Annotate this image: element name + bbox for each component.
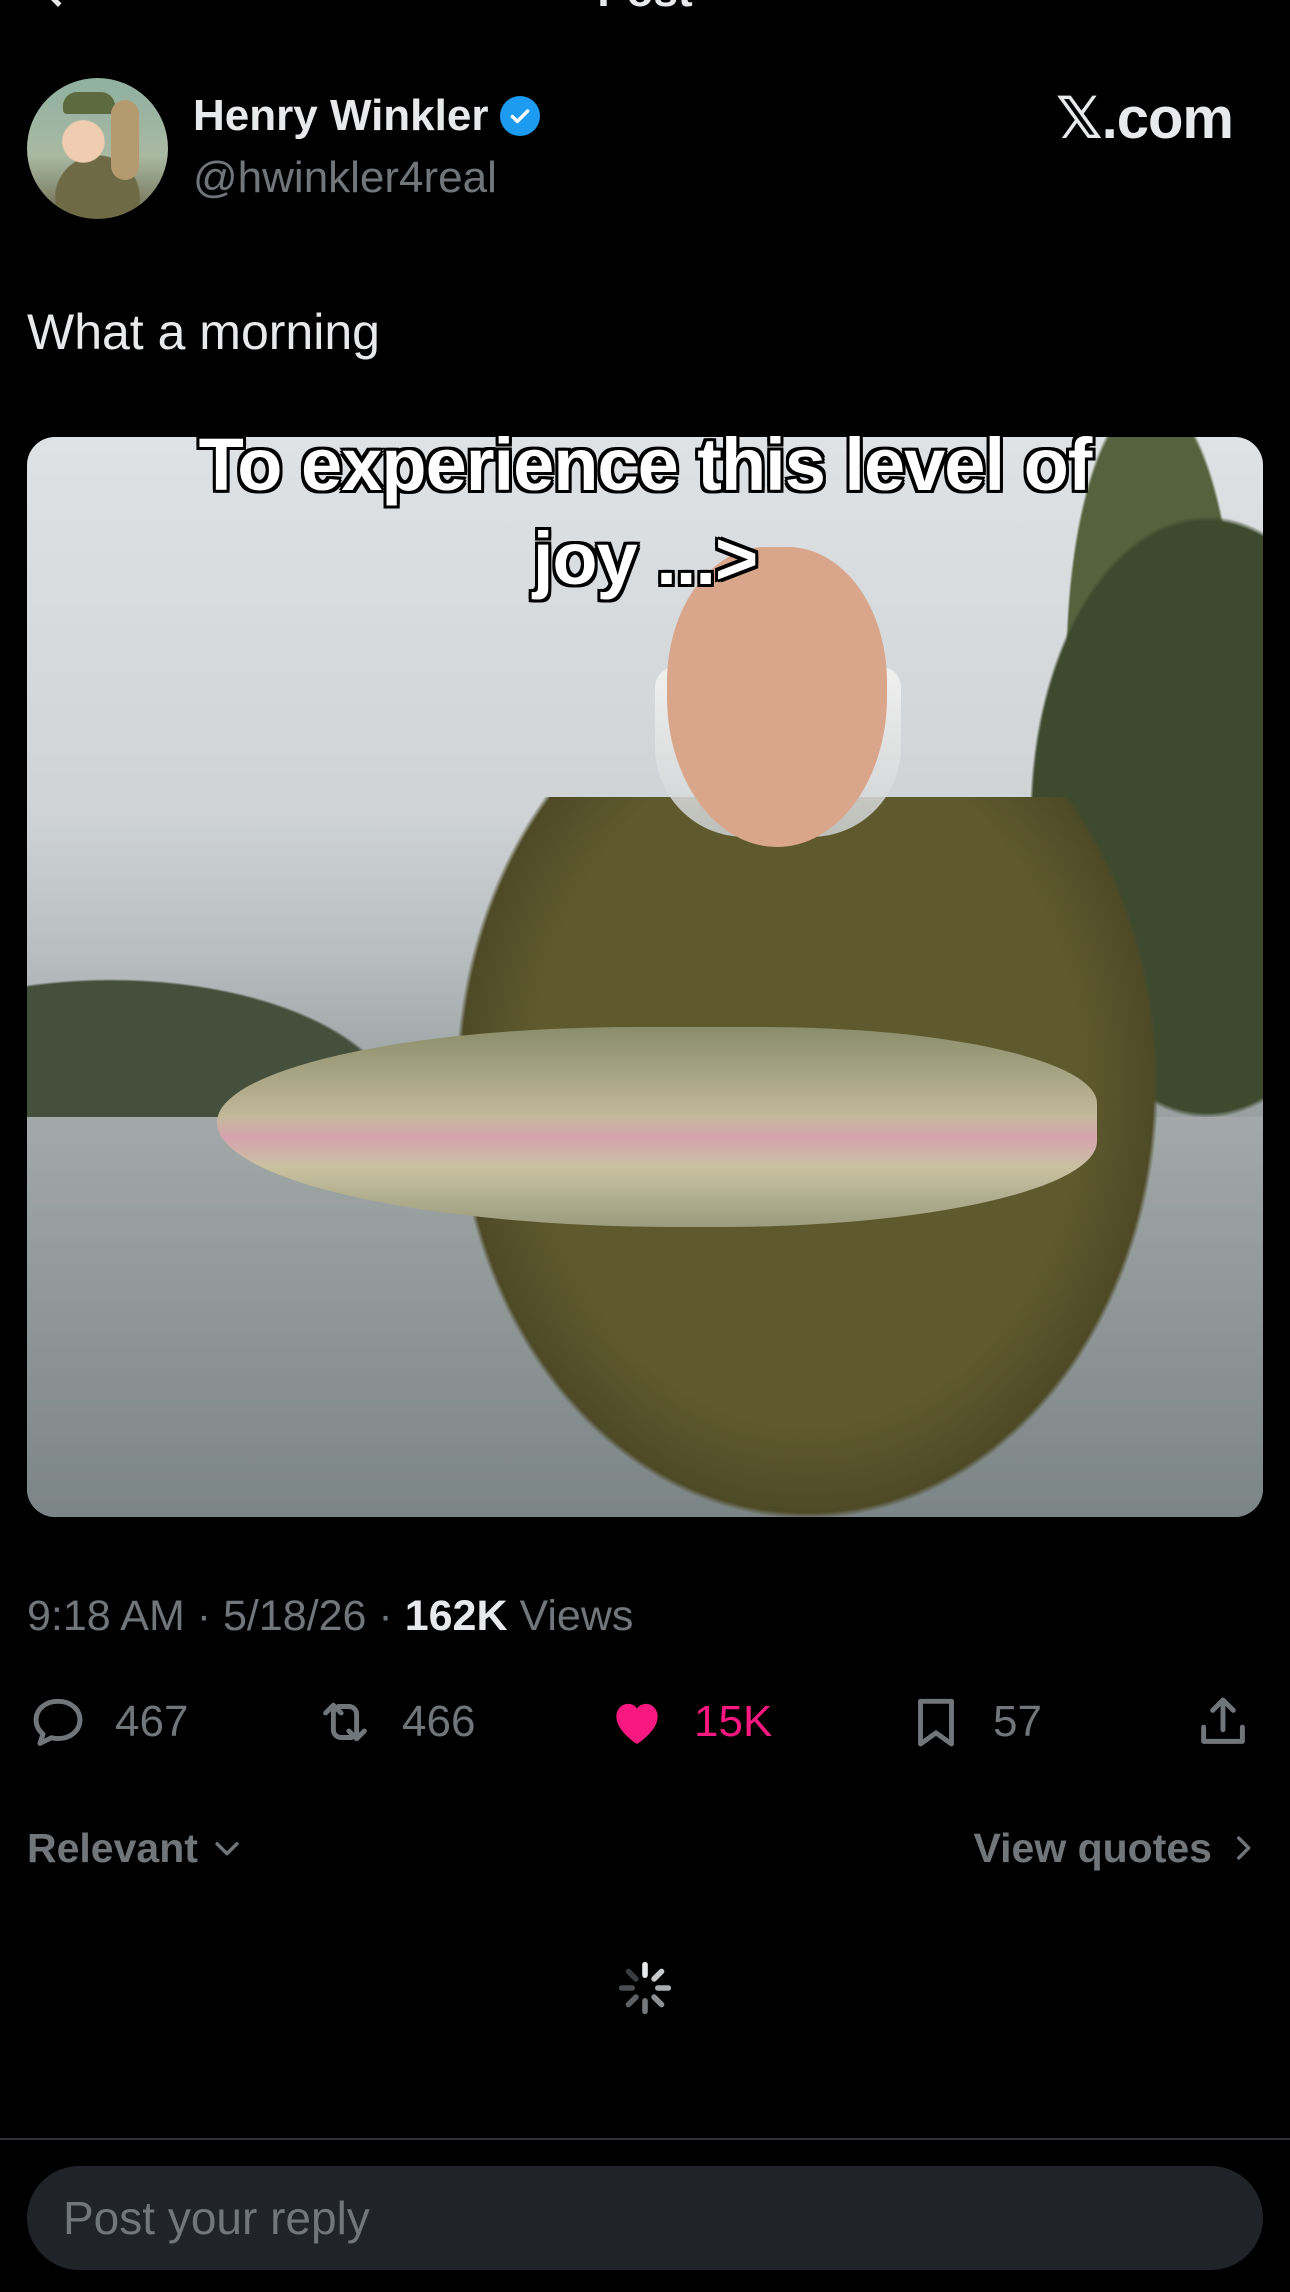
meta-separator: ·	[196, 1592, 223, 1640]
views-label: Views	[519, 1592, 634, 1640]
avatar[interactable]	[27, 78, 168, 219]
like-button[interactable]: 15K	[606, 1690, 772, 1754]
repost-count: 466	[402, 1697, 476, 1746]
sort-label: Relevant	[27, 1825, 198, 1871]
view-quotes-link[interactable]: View quotes	[974, 1820, 1260, 1876]
like-count: 15K	[694, 1697, 773, 1746]
heart-icon	[616, 1703, 658, 1744]
author-name-row[interactable]: Henry Winkler	[193, 90, 541, 142]
x-com-watermark: 𝕏.com	[1055, 86, 1234, 151]
action-bar: 467 466 15K 57	[0, 1690, 1290, 1754]
author-name: Henry Winkler	[193, 91, 489, 140]
author-handle[interactable]: @hwinkler4real	[193, 152, 497, 204]
post-detail-screen: Post Henry Winkler @hwinkler4real 𝕏.com …	[0, 0, 1290, 2292]
post-meta: 9:18 AM · 5/18/26 · 162K Views	[27, 1588, 633, 1644]
bookmark-icon	[918, 1698, 954, 1747]
post-time: 9:18 AM	[27, 1592, 185, 1640]
repost-button[interactable]: 466	[314, 1690, 475, 1754]
post-text: What a morning	[27, 304, 380, 360]
reply-input[interactable]	[27, 2166, 1263, 2270]
image-caption-overlay: To experience this level of joy ...>	[198, 423, 1093, 600]
avatar-meerkat	[111, 100, 139, 180]
chevron-right-icon	[1237, 1836, 1251, 1860]
bookmark-button[interactable]: 57	[905, 1690, 1042, 1754]
loading-spinner-icon	[618, 1961, 672, 2015]
post-date: 5/18/26	[223, 1592, 367, 1640]
view-quotes-label: View quotes	[973, 1825, 1212, 1871]
views-count: 162K	[404, 1592, 508, 1640]
reply-sort-dropdown[interactable]: Relevant	[27, 1820, 244, 1876]
avatar-hat	[63, 92, 115, 114]
reply-icon	[33, 1698, 83, 1746]
page-title: Post	[0, 0, 1290, 14]
share-button[interactable]	[1192, 1690, 1254, 1754]
reply-count: 467	[115, 1697, 189, 1746]
bookmark-count: 57	[993, 1697, 1042, 1746]
chevron-down-icon	[215, 1842, 239, 1856]
reply-button[interactable]: 467	[27, 1690, 188, 1754]
meta-separator: ·	[378, 1592, 405, 1640]
top-bar: Post	[0, 0, 1290, 20]
share-icon	[1201, 1697, 1245, 1744]
verified-badge-icon	[500, 96, 541, 136]
repost-icon	[323, 1702, 367, 1742]
composer-divider	[0, 2138, 1290, 2140]
